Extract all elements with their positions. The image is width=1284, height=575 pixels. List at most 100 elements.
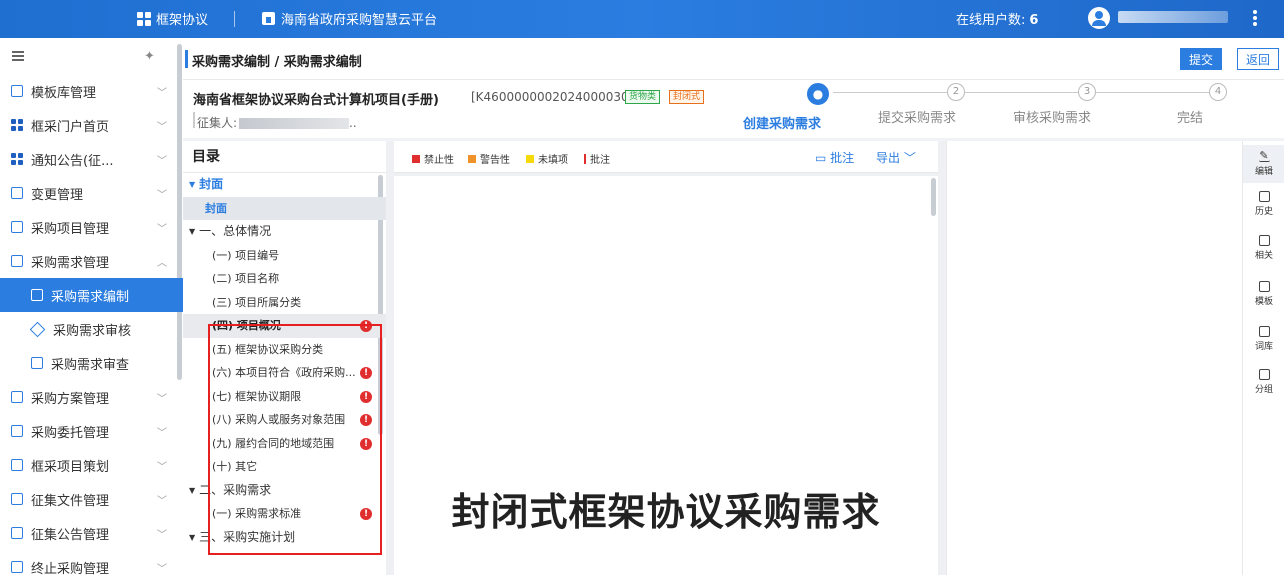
grid-icon (11, 153, 23, 165)
submit-button[interactable]: 提交 (1180, 48, 1222, 70)
folder-icon (11, 221, 23, 233)
toc-item-selected[interactable]: (四) 项目概况! (183, 314, 386, 338)
sidebar-item-plan-management[interactable]: 采购方案管理 ﹀ (0, 380, 183, 414)
sidebar-item-label: 征集公告管理 (31, 527, 110, 543)
module-switcher[interactable]: 框架协议 (137, 9, 208, 28)
group-icon (1258, 369, 1270, 380)
comment-icon: ▭ (815, 151, 831, 165)
error-icon: ! (360, 437, 372, 450)
red-bar-icon (584, 153, 586, 164)
toc-item[interactable]: (八) 采购人或服务对象范围! (183, 408, 386, 432)
toc-section-implementation[interactable]: ▼ 三、采购实施计划 (183, 526, 386, 550)
username-redacted[interactable] (1118, 11, 1228, 23)
caret-down-icon: ▼ (189, 532, 196, 542)
toc-label: (一) 采购需求标准 (212, 507, 302, 520)
toc-item[interactable]: (二) 项目名称 (183, 267, 386, 291)
sidebar-item-terminate-procurement[interactable]: 终止采购管理 ﹀ (0, 550, 183, 575)
legend-label: 未填项 (538, 155, 568, 166)
grid-icon (137, 11, 151, 26)
toc-item[interactable]: (一) 项目编号 (183, 244, 386, 268)
avatar[interactable] (1088, 7, 1110, 29)
pin-icon[interactable]: ✦ (144, 49, 155, 64)
sidebar-item-label: 通知公告(征... (31, 153, 114, 169)
chevron-down-icon: ﹀ (157, 428, 167, 439)
legend-annotation: 批注 (584, 151, 610, 166)
caret-down-icon: ▼ (189, 485, 196, 495)
chevron-down-icon: ﹀ (157, 224, 167, 235)
tool-edit[interactable]: ✎ 编辑 (1243, 145, 1284, 183)
sidebar-item-entrust-management[interactable]: 采购委托管理 ﹀ (0, 414, 183, 448)
back-button[interactable]: 返回 (1237, 48, 1279, 70)
error-icon: ! (360, 508, 372, 520)
sidebar-item-portal-home[interactable]: 框采门户首页 ﹀ (0, 108, 183, 142)
breadcrumb: 采购需求编制 / 采购需求编制 (192, 55, 362, 70)
tool-group[interactable]: 分组 (1243, 369, 1284, 395)
toc-label: (一) 项目编号 (212, 248, 280, 262)
sidebar-item-solicitation-files[interactable]: 征集文件管理 ﹀ (0, 482, 183, 516)
file-icon (11, 493, 23, 505)
step-1: ● (807, 83, 829, 105)
toc-section-requirements[interactable]: ▼ 二、采购需求 (183, 479, 386, 503)
red-square-icon (412, 154, 420, 163)
document-area: 禁止性 警告性 未填项 批注 ▭ 批注 导出 ﹀ 封闭式框架协议采购需求 (386, 141, 946, 575)
annotate-button[interactable]: ▭ 批注 (815, 149, 854, 166)
template-icon (11, 85, 23, 97)
sidebar-item-project-planning[interactable]: 框采项目策划 ﹀ (0, 448, 183, 482)
sidebar-item-solicitation-notices[interactable]: 征集公告管理 ﹀ (0, 516, 183, 550)
legend-unfilled: 未填项 (526, 151, 568, 166)
sidebar-item-notices[interactable]: 通知公告(征... ﹀ (0, 142, 183, 176)
legend-warning: 警告性 (468, 151, 510, 166)
document-page[interactable]: 封闭式框架协议采购需求 (394, 176, 938, 575)
tool-related[interactable]: 相关 (1243, 235, 1284, 261)
toc-item[interactable]: (三) 项目所属分类 (183, 291, 386, 315)
toc-item-cover[interactable]: 封面 (183, 196, 386, 220)
chevron-down-icon: ﹀ (157, 190, 167, 201)
lexicon-icon (1258, 326, 1270, 337)
chevron-down-icon: ﹀ (157, 496, 167, 507)
sidebar-item-label: 框采项目策划 (31, 459, 110, 475)
sidebar-item-requirement-review[interactable]: 采购需求审查 (0, 346, 183, 380)
error-icon: ! (360, 367, 372, 379)
sidebar-header: ✦ (0, 38, 183, 74)
online-users-count: 6 (1029, 13, 1039, 28)
toc-item[interactable]: (六) 本项目符合《政府采购...! (183, 361, 386, 385)
breadcrumb-marker (185, 50, 188, 68)
step-connector (1096, 92, 1209, 93)
menu-toggle-icon[interactable] (12, 51, 24, 61)
toc-section-cover[interactable]: ▼ 封面 (183, 173, 386, 197)
divider (234, 11, 235, 27)
toc-item[interactable]: (九) 履约合同的地域范围! (183, 432, 386, 456)
toc-item[interactable]: (一) 采购需求标准! (183, 502, 386, 526)
toc-item[interactable]: (十) 其它 (183, 455, 386, 479)
sidebar-item-template-library[interactable]: 模板库管理 ﹀ (0, 74, 183, 108)
document-icon (11, 255, 23, 267)
sidebar-item-project-management[interactable]: 采购项目管理 ﹀ (0, 210, 183, 244)
tool-lexicon[interactable]: 词库 (1243, 326, 1284, 352)
sidebar-item-label: 模板库管理 (31, 85, 97, 101)
top-bar: 框架协议 海南省政府采购智慧云平台 在线用户数: 6 (0, 0, 1284, 38)
error-icon: ! (360, 320, 372, 332)
export-dropdown[interactable]: 导出 ﹀ (876, 149, 916, 166)
tool-template[interactable]: 模板 (1243, 281, 1284, 307)
sidebar-item-requirement-edit[interactable]: 采购需求编制 (0, 278, 183, 312)
sidebar-item-label: 采购需求审查 (51, 357, 130, 373)
step-label: 创建采购需求 (743, 117, 822, 132)
module-name: 框架协议 (156, 13, 209, 28)
step-connector (965, 92, 1078, 93)
legend-label: 警告性 (480, 155, 510, 166)
sidebar-item-requirement-audit[interactable]: 采购需求审核 (0, 312, 183, 346)
sidebar-item-requirement-management[interactable]: 采购需求管理 ︿ (0, 244, 183, 278)
toc-item[interactable]: (七) 框架协议期限! (183, 385, 386, 409)
chevron-down-icon: ﹀ (157, 462, 167, 473)
project-code: [K4600000002024000030] (471, 90, 634, 104)
step-2: 2 (947, 83, 965, 101)
toc-section-overview[interactable]: ▼ 一、总体情况 (183, 220, 386, 244)
tool-history[interactable]: 历史 (1243, 191, 1284, 217)
document-scrollbar[interactable] (931, 178, 936, 216)
side-panel (946, 141, 1242, 575)
sidebar-item-change-management[interactable]: 变更管理 ﹀ (0, 176, 183, 210)
more-menu-icon[interactable] (1252, 8, 1258, 30)
sidebar-item-label: 采购委托管理 (31, 425, 110, 441)
platform-link[interactable]: 海南省政府采购智慧云平台 (262, 9, 437, 28)
toc-item[interactable]: (五) 框架协议采购分类 (183, 338, 386, 362)
